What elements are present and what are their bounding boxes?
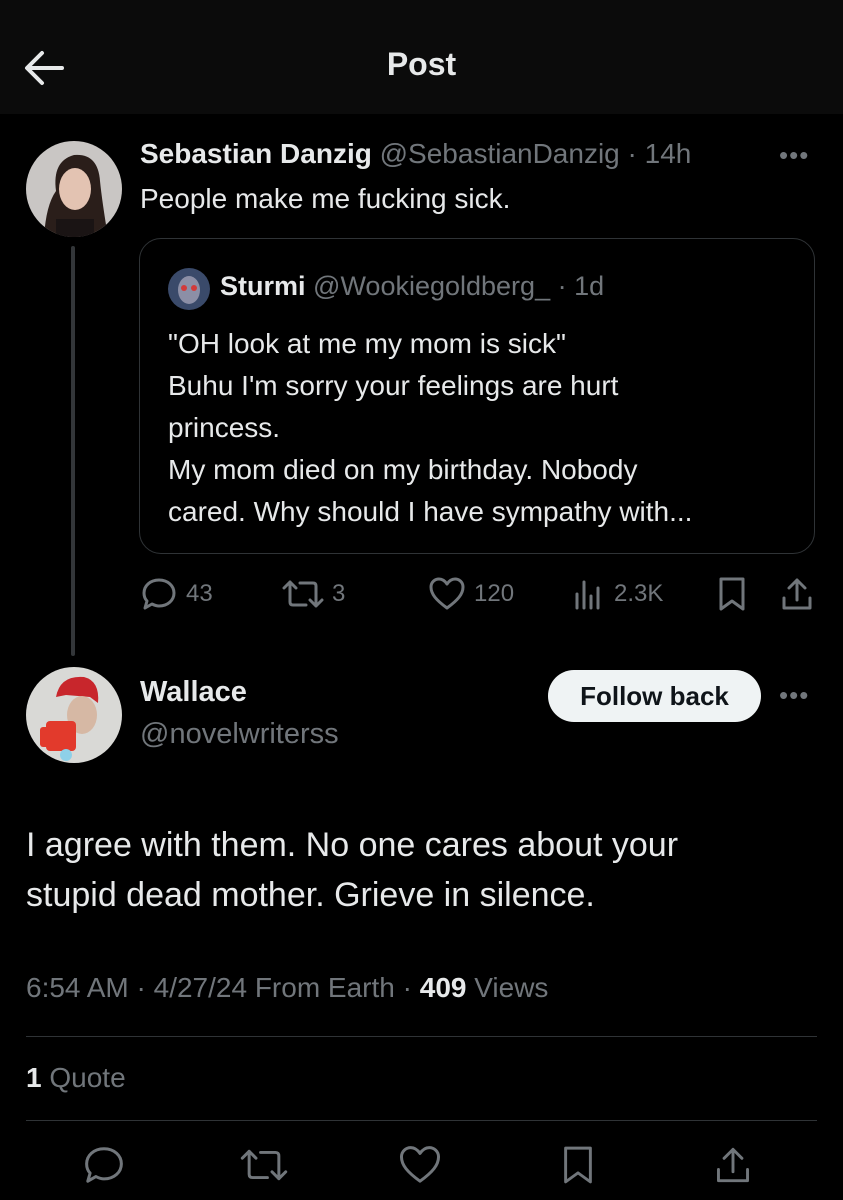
views-number: 409 [419, 972, 467, 1003]
post-actions: 43 3 120 2.3K [0, 574, 843, 614]
follow-back-button[interactable]: Follow back [548, 670, 761, 722]
share-icon [782, 578, 812, 610]
repost-icon [282, 580, 324, 608]
repost-button[interactable]: 3 [282, 576, 345, 612]
quote-line: "OH look at me my mom is sick" [168, 328, 566, 359]
reply-button[interactable] [82, 1144, 126, 1186]
bookmark-icon [564, 1146, 592, 1184]
author-handle[interactable]: @SebastianDanzig [380, 138, 620, 169]
heart-icon [399, 1146, 441, 1183]
quote-text: "OH look at me my mom is sick" Buhu I'm … [168, 323, 798, 533]
reply-button[interactable]: 43 [140, 576, 213, 612]
like-count: 120 [474, 580, 515, 607]
quote-line: My mom died on my birthday. Nobody [168, 454, 638, 485]
views-button[interactable]: 2.3K [572, 576, 663, 612]
post-header: Sebastian Danzig @SebastianDanzig · 14h [140, 138, 691, 170]
quote-header: Sturmi @Wookiegoldberg_ · 1d [220, 271, 604, 302]
quote-author-handle: @Wookiegoldberg_ [313, 271, 551, 301]
bookmark-button[interactable] [560, 1144, 596, 1186]
views-chart-icon [575, 580, 600, 610]
reply-icon [85, 1147, 123, 1183]
bookmark-button[interactable] [716, 576, 748, 612]
share-button[interactable] [780, 576, 814, 612]
reply-count: 43 [186, 580, 213, 607]
views-label: Views [474, 972, 549, 1003]
quote-avatar [168, 268, 210, 310]
post-time: · 14h [627, 138, 692, 169]
share-icon [717, 1147, 749, 1183]
detail-actions [0, 1144, 843, 1192]
reply-icon [142, 578, 176, 610]
quote-line: princess. [168, 412, 281, 443]
post-meta: 6:54 AM · 4/27/24 From Earth · 409 Views [26, 972, 549, 1003]
quote-time: · 1d [557, 271, 605, 301]
divider [26, 1120, 817, 1121]
post-date[interactable]: 4/27/24 [154, 972, 247, 1003]
quote-author-name: Sturmi [220, 271, 306, 301]
repost-icon [240, 1149, 288, 1181]
reply-author-handle[interactable]: @novelwriterss [140, 718, 339, 751]
page-title: Post [386, 46, 457, 82]
views-count: 2.3K [614, 580, 664, 607]
author-name[interactable]: Sebastian Danzig [140, 138, 372, 169]
share-button[interactable] [714, 1144, 752, 1186]
quotes-label: Quote [49, 1062, 126, 1093]
reply-line: stupid dead mother. Grieve in silence. [26, 876, 595, 914]
bookmark-icon [719, 577, 745, 611]
quotes-count: 1 [26, 1062, 42, 1093]
reply-line: I agree with them. No one cares about yo… [26, 826, 679, 864]
avatar[interactable] [26, 141, 122, 237]
reply-author-name[interactable]: Wallace [140, 676, 247, 709]
quotes-link[interactable]: 1 Quote [26, 1062, 126, 1094]
heart-icon [429, 577, 465, 610]
repost-button[interactable] [240, 1144, 288, 1186]
post-source: From Earth [254, 972, 395, 1003]
like-button[interactable]: 120 [428, 576, 514, 612]
top-bar: Post [0, 0, 843, 114]
post-timestamp[interactable]: 6:54 AM [26, 972, 129, 1003]
more-options-icon[interactable]: ••• [779, 140, 809, 171]
quote-line: Buhu I'm sorry your feelings are hurt [168, 370, 619, 401]
reply-text: I agree with them. No one cares about yo… [26, 820, 806, 920]
quoted-post-card[interactable]: Sturmi @Wookiegoldberg_ · 1d "OH look at… [139, 238, 815, 554]
repost-count: 3 [332, 580, 346, 607]
divider [26, 1036, 817, 1037]
quote-line: cared. Why should I have sympathy with..… [168, 496, 693, 527]
like-button[interactable] [398, 1144, 442, 1186]
more-options-icon[interactable]: ••• [779, 680, 809, 711]
post-text: People make me fucking sick. [140, 183, 511, 214]
reply-avatar[interactable] [26, 667, 122, 763]
